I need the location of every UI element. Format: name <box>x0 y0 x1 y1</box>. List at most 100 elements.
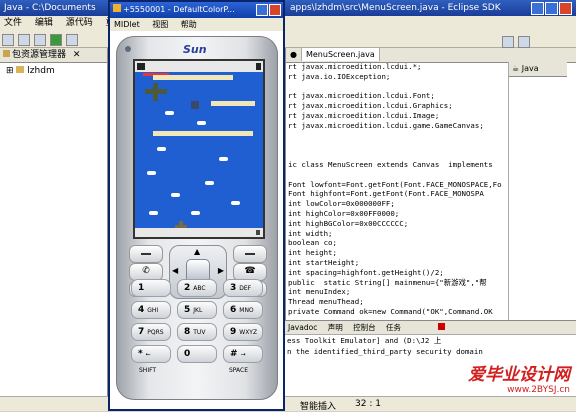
window-controls[interactable] <box>530 2 572 16</box>
phone-hangup-icon: ☎ <box>244 266 256 276</box>
perspective-icon[interactable] <box>502 36 514 48</box>
debug-icon[interactable] <box>66 34 78 46</box>
maximize-icon[interactable] <box>545 2 558 15</box>
emulator-titlebar: +5550001 - DefaultColorP... <box>110 2 283 18</box>
key-0[interactable]: 0 <box>177 345 217 363</box>
perspective-label: Java <box>521 64 539 73</box>
key-5[interactable]: 5 JKL <box>177 301 217 319</box>
ground-strip <box>153 131 253 136</box>
emulator-app-icon <box>113 4 121 12</box>
tree-item-project[interactable]: ⊞ lzhdm <box>0 63 107 76</box>
print-icon[interactable] <box>34 34 46 46</box>
close-icon[interactable] <box>269 4 281 16</box>
editor-tab-bar: ● MenuScreen.java <box>286 48 576 63</box>
perspective-tab[interactable]: ☕ Java <box>509 62 567 77</box>
code-line: int highBGColor=0x00CCCCCC; <box>288 218 409 228</box>
menu-source[interactable]: 源代码 <box>66 18 93 28</box>
status-bar: 智能插入 32 : 1 <box>0 396 576 412</box>
menu-help[interactable]: 帮助 <box>181 20 197 29</box>
screen-status-bar <box>135 61 263 72</box>
run-icon[interactable] <box>50 34 62 46</box>
left-softkey-button[interactable] <box>129 245 163 263</box>
menu-view[interactable]: 视图 <box>152 20 168 29</box>
enemy-fighter-icon <box>191 101 199 109</box>
code-line: int height; <box>288 248 337 258</box>
right-arrow-icon[interactable]: ▶ <box>218 266 224 275</box>
key-number: * <box>138 349 143 359</box>
key-2[interactable]: 2 ABC <box>177 279 217 297</box>
minimize-icon[interactable] <box>256 4 268 16</box>
eclipse-titlebar: Java - C:\Documents apps\lzhdm\src\MenuS… <box>0 0 576 16</box>
signal-icon <box>137 63 145 70</box>
code-line: rt java.io.IOException; <box>288 71 391 81</box>
tab-console[interactable]: 控制台 <box>353 323 376 332</box>
package-explorer: 包资源管理器 ✕ ⊞ lzhdm <box>0 48 108 402</box>
code-line: rt javax.microedition.lcdui.game.GameCan… <box>288 120 484 130</box>
code-area[interactable]: rt javax.microedition.lcdui.*; rt java.io… <box>288 62 508 320</box>
project-folder-icon <box>16 66 25 73</box>
key-number: 2 <box>184 283 191 293</box>
key-8[interactable]: 8 TUV <box>177 323 217 341</box>
key-number: 4 <box>138 305 145 315</box>
menu-edit[interactable]: 编辑 <box>35 18 53 28</box>
ground-strip <box>153 75 233 80</box>
key-4[interactable]: 4 GHI <box>131 301 171 319</box>
up-arrow-icon[interactable]: ▲ <box>194 247 200 256</box>
key-number: # <box>230 349 238 359</box>
perspective-debug-icon[interactable] <box>518 36 530 48</box>
code-line: int spacing=highfont.getHeight()/2; <box>288 267 444 277</box>
code-line: rt javax.microedition.lcdui.Font; <box>288 91 435 101</box>
menu-file[interactable]: 文件 <box>4 18 22 28</box>
expand-icon[interactable]: ⊞ <box>6 66 14 76</box>
console-line: ess Toolkit Emulator] and (D:\J2 上 <box>287 336 442 345</box>
left-arrow-icon[interactable]: ◀ <box>172 266 178 275</box>
ground-strip <box>211 101 255 106</box>
code-line: ic class MenuScreen extends Canvas imple… <box>288 159 493 169</box>
save-icon[interactable] <box>18 34 30 46</box>
key-star[interactable]: * ← <box>131 345 171 363</box>
new-icon[interactable] <box>2 34 14 46</box>
camera-icon <box>125 46 131 52</box>
key-number: 9 <box>230 327 237 337</box>
tab-tasks[interactable]: 任务 <box>386 323 401 332</box>
editor-tab-menuscreen[interactable]: MenuScreen.java <box>301 48 380 61</box>
stop-icon[interactable] <box>438 323 446 330</box>
phone-call-icon: ✆ <box>142 266 150 276</box>
key-7[interactable]: 7 PQRS <box>131 323 171 341</box>
key-9[interactable]: 9 WXYZ <box>223 323 263 341</box>
key-1[interactable]: 1 <box>131 279 171 297</box>
code-line: int menuIndex; <box>288 287 351 297</box>
key-3[interactable]: 3 DEF <box>223 279 263 297</box>
eclipse-toolbar <box>0 30 576 48</box>
key-number: 3 <box>230 283 237 293</box>
game-screen[interactable] <box>133 59 265 239</box>
key-letters: JKL <box>193 307 203 314</box>
close-icon[interactable]: ✕ <box>73 50 81 60</box>
key-letters: WXYZ <box>239 329 258 336</box>
eclipse-title: Java - C:\Documents <box>4 3 96 13</box>
watermark-text: 爱毕业设计网 <box>468 365 570 385</box>
key-letters: ABC <box>193 285 206 292</box>
key-6[interactable]: 6 MNO <box>223 301 263 319</box>
key-number: 0 <box>184 349 191 359</box>
editor-tab-prev[interactable]: ● <box>286 48 302 61</box>
key-letters: PQRS <box>147 329 164 336</box>
tab-javadoc[interactable]: Javadoc <box>288 323 317 332</box>
key-hash[interactable]: # → <box>223 345 263 363</box>
package-explorer-tab[interactable]: 包资源管理器 ✕ <box>0 48 107 63</box>
eclipse-title-right: apps\lzhdm\src\MenuScreen.java - Eclipse… <box>290 3 501 13</box>
key-letters: ← <box>145 351 151 358</box>
code-line: Font lowfont=Font.getFont(Font.FACE_MONO… <box>288 179 502 189</box>
tab-declaration[interactable]: 声明 <box>328 323 343 332</box>
status-cursor-position: 32 : 1 <box>355 399 381 409</box>
emulator-window: +5550001 - DefaultColorP... MIDlet 视图 帮助… <box>108 0 285 411</box>
menu-midlet[interactable]: MIDlet <box>114 20 140 29</box>
space-label: SPACE <box>229 367 249 374</box>
minimize-icon[interactable] <box>531 2 544 15</box>
right-softkey-button[interactable] <box>233 245 267 263</box>
package-tab-label: 包资源管理器 <box>12 50 67 60</box>
close-icon[interactable] <box>559 2 572 15</box>
